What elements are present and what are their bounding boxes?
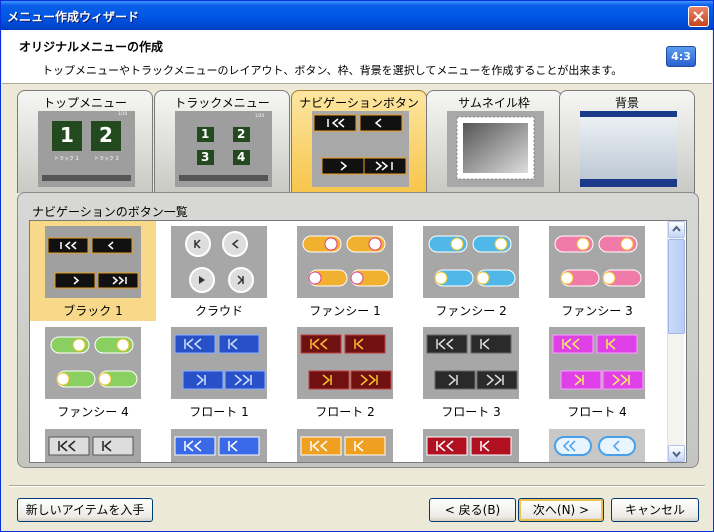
track-num-2: 2 [237,127,246,141]
track-num-1: 1 [201,127,210,141]
item-label: ブラック 1 [63,304,123,318]
item-thumbnail [297,327,393,399]
item-label: フロート 3 [441,405,501,419]
top-menu-cap-1: トラック 1 [54,156,79,162]
item-thumbnail [549,429,645,462]
tab-thumbnail-frame[interactable]: サムネイル枠 [426,90,562,193]
item-thumbnail [549,226,645,298]
tab-background[interactable]: 背景 [559,90,695,193]
top-menu-preview: 1 2 1/10 トラック 1 トラック 2 [38,111,135,187]
title-bar[interactable]: メニュー作成ウィザード [1,1,713,30]
footer-separator [9,485,705,487]
list-item-float-2[interactable]: フロート 2 [282,322,408,422]
top-menu-page: 1/10 [118,111,127,116]
item-label: ファンシー 2 [435,304,507,318]
button-style-list[interactable]: ブラック 1 クラウド ファンシー 1 ファンシー 2 ファンシー 3 ファンシ… [29,220,687,463]
list-label: ナビゲーションのボタン一覧 [32,205,188,219]
scroll-down-button[interactable] [668,445,685,462]
tab-label: トラックメニュー [174,96,270,110]
tab-label: トップメニュー [42,96,127,110]
list-item-float-3[interactable]: フロート 3 [408,322,534,422]
item-thumbnail [45,327,141,399]
top-menu-cap-2: トラック 2 [94,156,119,162]
list-item-fancy-2[interactable]: ファンシー 2 [408,221,534,321]
item-thumbnail [423,327,519,399]
chevron-down-icon [672,451,681,458]
item-thumbnail [297,226,393,298]
aspect-ratio-button[interactable]: 4:3 [666,46,696,67]
scroll-thumb[interactable] [668,239,685,334]
item-label: ファンシー 3 [561,304,633,318]
item-label: クラウド [194,304,243,318]
track-menu-preview: 1 2 3 4 1/20 [175,111,272,187]
list-item-fancy-4[interactable]: ファンシー 4 [30,322,156,422]
chevron-up-icon [672,225,681,232]
item-thumbnail [171,226,267,298]
item-thumbnail [45,429,141,462]
navigation-preview [312,111,409,187]
close-icon [693,11,704,22]
list-item-fancy-3[interactable]: ファンシー 3 [534,221,660,321]
item-label: フロート 2 [315,405,375,419]
item-label: ファンシー 4 [57,405,129,419]
track-menu-page: 1/20 [255,113,264,118]
list-item[interactable] [156,424,282,462]
wizard-header: オリジナルメニューの作成 トップメニューやトラックメニューのレイアウト、ボタン、… [2,30,712,84]
tab-track-menu[interactable]: トラックメニュー 1 2 3 4 1/20 [154,90,290,193]
item-label: フロート 4 [567,405,627,419]
item-label: ファンシー 1 [309,304,381,318]
list-item-black-1[interactable]: ブラック 1 [30,221,156,321]
top-menu-num-1: 1 [60,123,74,147]
tab-label: サムネイル枠 [458,96,530,110]
list-item[interactable] [534,424,660,462]
top-menu-num-2: 2 [99,123,113,147]
item-thumbnail [297,429,393,462]
get-new-items-button[interactable]: 新しいアイテムを入手 [17,498,153,522]
wizard-window: メニュー作成ウィザード オリジナルメニューの作成 トップメニューやトラックメニュ… [0,0,714,532]
thumbnail-frame-preview [447,111,544,187]
tab-top-menu[interactable]: トップメニュー 1 2 1/10 トラック 1 トラック 2 [17,90,153,193]
back-button[interactable]: < 戻る(B) [429,498,516,522]
page-description: トップメニューやトラックメニューのレイアウト、ボタン、枠、背景を選択してメニュー… [42,64,623,77]
window-title: メニュー作成ウィザード [7,10,140,24]
item-thumbnail [549,327,645,399]
scroll-up-button[interactable] [668,221,685,238]
item-label: フロート 1 [189,405,249,419]
close-button[interactable] [688,6,709,27]
list-item[interactable] [408,424,534,462]
list-item-cloud[interactable]: クラウド [156,221,282,321]
tab-label: ナビゲーションボタン [299,96,419,110]
item-thumbnail [423,429,519,462]
list-scrollbar[interactable] [667,221,685,462]
item-thumbnail [171,327,267,399]
list-item-float-1[interactable]: フロート 1 [156,322,282,422]
item-thumbnail [423,226,519,298]
list-item-float-4[interactable]: フロート 4 [534,322,660,422]
item-thumbnail [45,226,141,298]
track-num-4: 4 [237,150,246,164]
tab-label: 背景 [614,96,639,110]
cancel-button[interactable]: キャンセル [611,498,699,522]
next-button[interactable]: 次へ(N) > [518,498,604,522]
item-thumbnail [171,429,267,462]
page-title: オリジナルメニューの作成 [19,40,164,54]
list-item[interactable] [282,424,408,462]
list-item-fancy-1[interactable]: ファンシー 1 [282,221,408,321]
tab-navigation-buttons[interactable]: ナビゲーションボタン [291,90,427,193]
list-item[interactable] [30,424,156,462]
track-num-3: 3 [201,150,210,164]
background-preview [580,111,677,187]
